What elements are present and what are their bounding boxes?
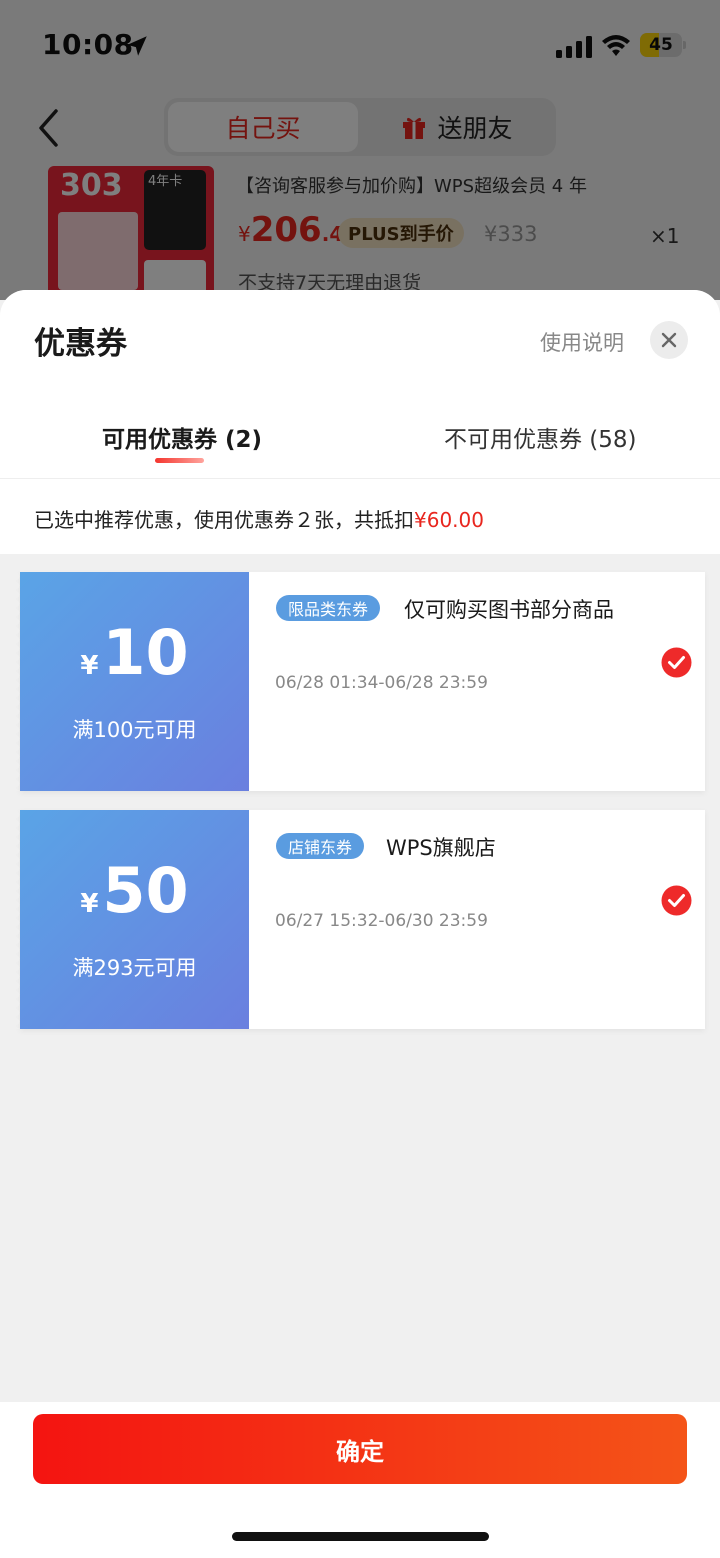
close-button[interactable]	[650, 321, 688, 359]
bottom-action-bar: 确定	[0, 1402, 720, 1558]
coupon-currency: ¥	[80, 651, 99, 681]
home-indicator[interactable]	[232, 1532, 489, 1541]
coupon-type-tag: 店铺东券	[276, 833, 365, 859]
coupon-card[interactable]: ¥50 满293元可用 店铺东券 WPS旗舰店 06/27 15:32-06/3…	[16, 810, 705, 1029]
discount-total: ¥60.00	[414, 508, 484, 532]
tab-available-coupons[interactable]: 可用优惠券 (2)	[102, 420, 262, 454]
coupon-condition: 满293元可用	[72, 956, 197, 980]
check-circle-icon[interactable]	[661, 647, 692, 678]
coupon-type-tag: 限品类东券	[276, 595, 381, 621]
coupon-condition: 满100元可用	[72, 718, 197, 742]
tab-unavailable-coupons[interactable]: 不可用优惠券 (58)	[444, 420, 637, 454]
coupon-validity: 06/28 01:34-06/28 23:59	[275, 673, 488, 693]
confirm-button-label: 确定	[336, 1437, 384, 1466]
active-tab-indicator	[155, 458, 204, 463]
usage-instructions-link[interactable]: 使用说明	[540, 327, 624, 357]
close-icon	[661, 332, 677, 348]
divider	[0, 478, 720, 479]
modal-overlay[interactable]	[0, 0, 720, 300]
coupon-card[interactable]: ¥10 满100元可用 限品类东券 仅可购买图书部分商品 06/28 01:34…	[16, 572, 705, 791]
coupon-description: WPS旗舰店	[386, 836, 496, 860]
sheet-title: 优惠券	[34, 326, 127, 362]
check-circle-icon[interactable]	[661, 885, 692, 916]
discount-summary: 已选中推荐优惠，使用优惠券２张，共抵扣¥60.00	[34, 504, 484, 533]
coupon-currency: ¥	[80, 889, 99, 919]
coupon-amount: 10	[102, 616, 189, 689]
coupon-value-panel: ¥10 满100元可用	[16, 572, 249, 791]
coupon-description: 仅可购买图书部分商品	[404, 598, 614, 622]
confirm-button[interactable]: 确定	[33, 1414, 687, 1484]
coupon-validity: 06/27 15:32-06/30 23:59	[275, 911, 488, 931]
sheet-header: 优惠券 使用说明 可用优惠券 (2) 不可用优惠券 (58) 已选中推荐优惠，使…	[0, 290, 720, 554]
discount-summary-text: 已选中推荐优惠，使用优惠券２张，共抵扣	[34, 508, 414, 532]
coupon-value-panel: ¥50 满293元可用	[16, 810, 249, 1029]
coupon-sheet: 优惠券 使用说明 可用优惠券 (2) 不可用优惠券 (58) 已选中推荐优惠，使…	[0, 290, 720, 1558]
coupon-amount: 50	[102, 854, 189, 927]
